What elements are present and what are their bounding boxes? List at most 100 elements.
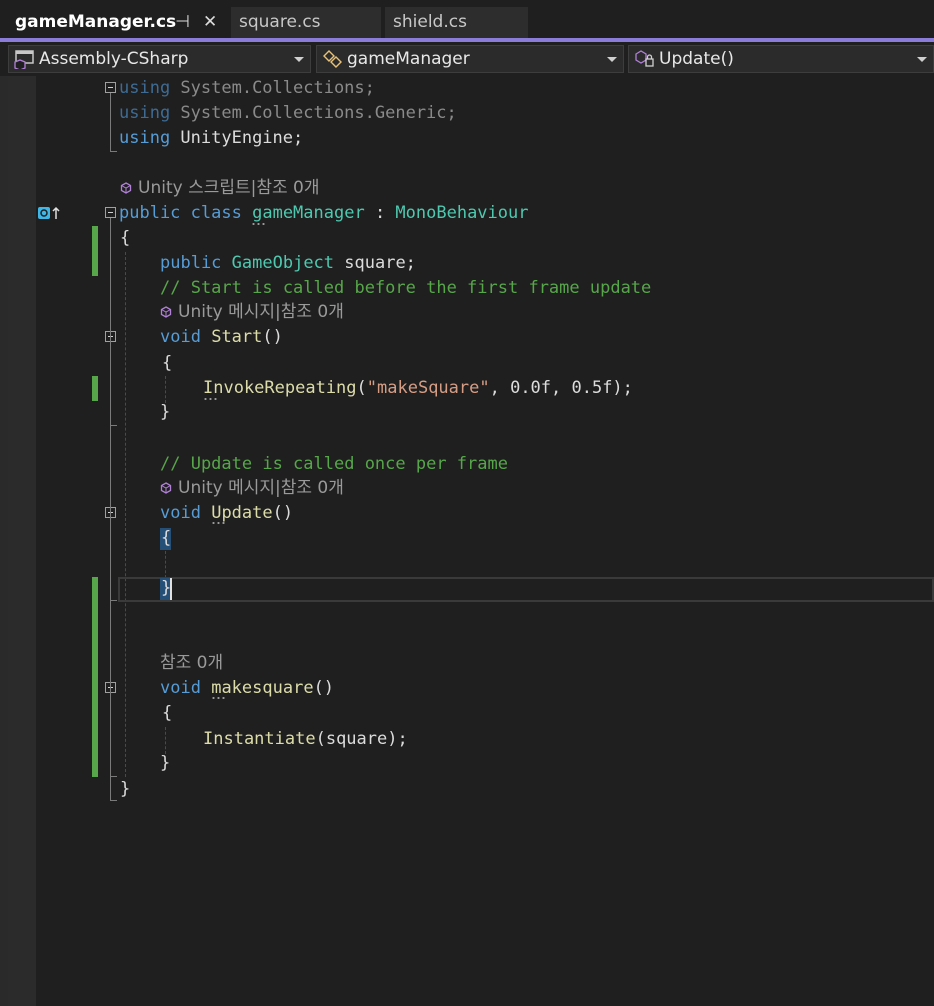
class-dropdown[interactable]: gameManager [316,45,624,73]
code-line-2[interactable]: using System.Collections.Generic; [119,101,457,126]
keyword: void [160,327,201,347]
keyword: public [160,253,222,273]
keyword: using [119,78,171,98]
code-line-comment-start[interactable]: // Start is called before the first fram… [160,276,651,301]
method-name: makesquare [211,678,314,698]
keyword: void [160,503,201,523]
unity-cube-icon [120,182,132,194]
namespace: System.Collections; [170,78,375,98]
code-line-makesquare-open[interactable]: { [162,701,172,726]
namespace: System.Collections.Generic; [170,103,457,123]
code-line-makesquare-decl[interactable]: void makesquare() [160,676,334,701]
punctuation: () [272,503,294,523]
suggestion-dots [211,522,227,524]
document-tab-strip: gameManager.cs ⊣ ✕ square.cs shield.cs [0,0,934,42]
method-lock-icon [635,50,654,67]
code-line-field[interactable]: public GameObject square; [160,251,416,276]
pin-icon[interactable]: ⊣ [175,7,190,38]
code-line-invoke[interactable]: InvokeRepeating("makeSquare", 0.0f, 0.5f… [203,376,633,401]
code-line-instantiate[interactable]: Instantiate(square); [203,727,408,752]
indent-guide [165,551,166,578]
code-line-start-open[interactable]: { [162,351,172,376]
unity-cube-icon [160,482,172,494]
indent-guide [165,727,166,754]
unity-class-indicator-icon[interactable] [37,206,63,220]
tab-gamemanager[interactable]: gameManager.cs ⊣ ✕ [7,7,230,42]
member-label: Update() [659,49,734,69]
arguments: , 0.0f, 0.5f); [489,378,633,398]
code-line-start-close[interactable]: } [160,400,170,425]
code-line-1[interactable]: using System.Collections; [119,76,375,101]
code-line-class-open[interactable]: { [120,226,130,251]
suggestion-dots [251,223,267,225]
method-name: Update [211,503,273,523]
code-line-update-open[interactable]: { [161,526,171,551]
code-line-class-close[interactable]: } [120,777,130,802]
suggestion-dots [211,697,227,699]
current-line-highlight [118,577,934,602]
codelens-refs[interactable]: 참조 0개 [160,651,223,676]
code-line-class-decl[interactable]: public class gameManager : MonoBehaviour [119,201,528,226]
keyword: class [190,203,242,223]
navigation-bar: Assembly-CSharp gameManager Update() [0,42,934,76]
outline-line [110,425,117,426]
codelens-unity-script[interactable]: Unity 스크립트|참조 0개 [120,176,320,201]
tab-square[interactable]: square.cs [231,7,381,38]
brace: { [120,228,131,248]
chevron-down-icon [607,57,617,62]
punctuation: () [262,327,283,347]
codelens-text: Unity 스크립트|참조 0개 [138,178,320,198]
brace: } [120,779,131,799]
brace: } [161,578,172,598]
type-name: GameObject [231,253,335,273]
outline-line [110,800,117,801]
code-line-start-decl[interactable]: void Start() [160,325,283,350]
codelens-unity-message[interactable]: Unity 메시지|참조 0개 [160,476,344,501]
tab-label: gameManager.cs [15,12,177,32]
outline-line [110,776,117,777]
arguments: (square); [315,729,408,749]
collapse-icon[interactable] [105,207,116,218]
class-label: gameManager [347,49,470,69]
collapse-icon[interactable] [105,82,116,93]
brace: } [160,753,171,773]
unity-cube-icon [160,306,172,318]
namespace: UnityEngine; [170,128,304,148]
editor-left-strip [0,76,8,1006]
change-bar [92,226,98,276]
change-bar [92,577,98,777]
code-line-3[interactable]: using UnityEngine; [119,126,303,151]
indent-guide [165,376,166,403]
class-name: gameManager [252,203,365,223]
code-line-comment-update[interactable]: // Update is called once per frame [160,452,508,477]
code-line-makesquare-close[interactable]: } [160,751,170,776]
indent-guide [125,252,126,777]
suggestion-dots [203,398,219,400]
brace: } [160,402,171,422]
tab-label: square.cs [239,12,321,32]
outline-line [110,151,117,152]
punctuation: () [313,678,335,698]
codelens-text: Unity 메시지|참조 0개 [178,478,344,498]
codelens-unity-message[interactable]: Unity 메시지|참조 0개 [160,300,344,325]
close-icon[interactable]: ✕ [203,7,217,38]
string-literal: "makeSquare" [366,378,490,398]
outline-line [110,218,111,800]
comment: // Start is called before the first fram… [160,278,652,298]
base-class: MonoBehaviour [395,203,529,223]
code-line-update-close[interactable]: } [161,576,171,601]
brace: { [162,353,173,373]
method-name: Start [211,327,263,347]
chevron-down-icon [917,57,927,62]
member-dropdown[interactable]: Update() [628,45,934,73]
field-name: square; [334,253,416,273]
codelens-text: Unity 메시지|참조 0개 [178,302,344,322]
keyword: public [119,203,181,223]
brace: { [162,703,173,723]
tab-label: shield.cs [393,12,467,32]
method-call: InvokeRepeating [203,378,357,398]
keyword: void [160,678,201,698]
tab-shield[interactable]: shield.cs [385,7,528,38]
project-dropdown[interactable]: Assembly-CSharp [8,45,311,73]
punctuation: ( [356,378,367,398]
